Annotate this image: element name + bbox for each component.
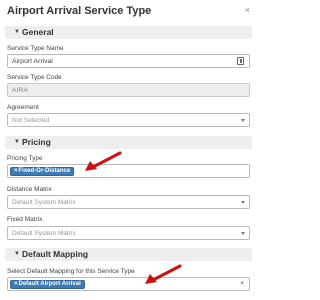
caret-down-icon: ▼ (14, 139, 20, 145)
chevron-down-icon (241, 119, 245, 122)
distance-matrix-label: Distance Matrix (7, 186, 52, 193)
remove-tag-icon[interactable]: × (14, 281, 18, 287)
caret-down-icon: ▼ (14, 29, 20, 35)
default-mapping-select[interactable]: ×Default Airport Arrival × (7, 277, 250, 291)
pricing-type-label: Pricing Type (7, 155, 43, 162)
service-type-name-input[interactable]: Airport Arrival (7, 54, 250, 68)
close-icon[interactable]: × (245, 5, 250, 15)
remove-tag-icon[interactable]: × (14, 168, 18, 174)
section-title-default-mapping: Default Mapping (22, 249, 89, 259)
pricing-type-tag[interactable]: ×Fixed-Or-Distance (10, 167, 75, 176)
fixed-matrix-select[interactable]: Default System Matrix (7, 226, 250, 240)
agreement-placeholder: Not Selected (12, 117, 50, 124)
section-header-default-mapping[interactable]: ▼ Default Mapping (5, 248, 252, 261)
section-header-pricing[interactable]: ▼ Pricing (5, 136, 252, 149)
clear-selection-icon[interactable]: × (240, 280, 244, 288)
annotation-arrow-icon (145, 264, 182, 284)
distance-matrix-select[interactable]: Default System Matrix (7, 195, 250, 209)
annotation-arrow-icon (85, 151, 122, 171)
service-type-code-input: AIRA (7, 83, 250, 97)
dialog-title-bar: Airport Arrival Service Type × (0, 0, 256, 22)
service-type-code-label: Service Type Code (7, 74, 62, 81)
chevron-down-icon (241, 201, 245, 204)
service-type-name-value: Airport Arrival (12, 58, 53, 65)
caret-down-icon: ▼ (14, 251, 20, 257)
default-mapping-tag[interactable]: ×Default Airport Arrival (10, 280, 85, 289)
agreement-select[interactable]: Not Selected (7, 113, 250, 127)
section-header-general[interactable]: ▼ General (5, 26, 252, 39)
pricing-type-select[interactable]: ×Fixed-Or-Distance (7, 164, 250, 178)
default-mapping-tag-label: Default Airport Arrival (18, 281, 81, 287)
dialog-title: Airport Arrival Service Type (7, 5, 152, 17)
keyboard-icon[interactable] (237, 57, 244, 65)
default-mapping-label: Select Default Mapping for this Service … (7, 268, 135, 275)
pricing-type-tag-label: Fixed-Or-Distance (18, 168, 71, 174)
service-type-name-label: Service Type Name (7, 45, 64, 52)
distance-matrix-placeholder: Default System Matrix (12, 199, 76, 206)
fixed-matrix-label: Fixed Matrix (7, 216, 43, 223)
service-type-code-value: AIRA (12, 87, 28, 94)
chevron-down-icon (241, 232, 245, 235)
fixed-matrix-placeholder: Default System Matrix (12, 230, 76, 237)
section-title-general: General (22, 27, 54, 37)
section-title-pricing: Pricing (22, 137, 51, 147)
agreement-label: Agreement (7, 104, 39, 111)
